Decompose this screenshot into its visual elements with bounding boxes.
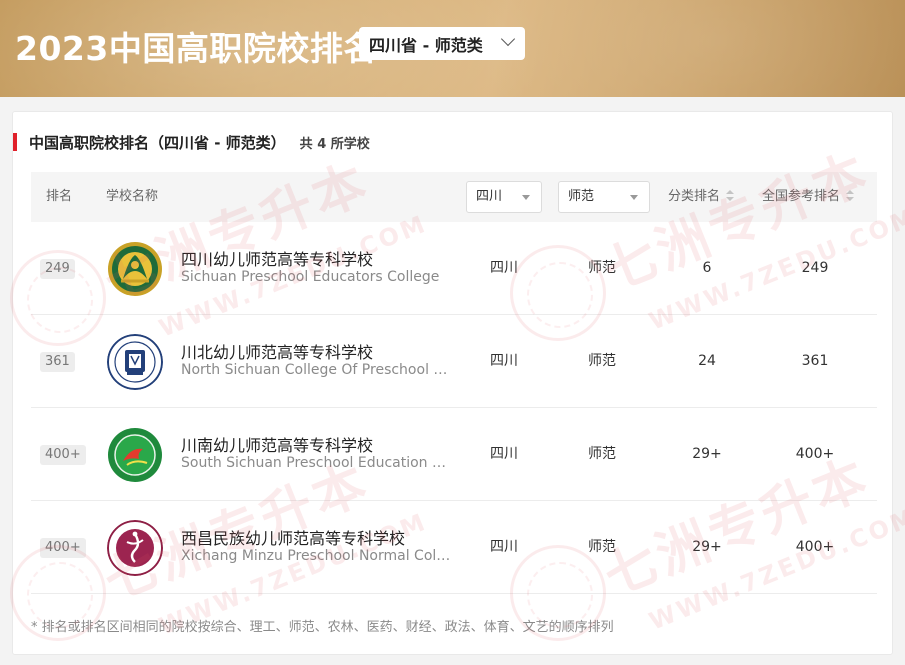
school-logo: [107, 334, 163, 390]
table-row[interactable]: 400+ 川南幼儿师范高等专科学校 South Sichuan Preschoo…: [31, 408, 877, 501]
table-row[interactable]: 400+ 西昌民族幼儿师范高等专科学校 Xichang Minzu Presch…: [31, 501, 877, 594]
header-banner: 2023中国高职院校排名 四川省 - 师范类: [0, 0, 905, 97]
category-filter-value: 师范: [568, 189, 595, 204]
province-filter-value: 四川: [476, 189, 503, 204]
national-rank-cell: 400+: [795, 539, 835, 555]
category-cell: 师范: [588, 260, 616, 276]
section-title: 中国高职院校排名（四川省 - 师范类）: [29, 133, 286, 152]
category-rank-cell: 29+: [692, 539, 722, 555]
section-header: 中国高职院校排名（四川省 - 师范类） 共 4 所学校: [13, 132, 370, 152]
column-national-rank-sort[interactable]: 全国参考排名: [762, 172, 855, 222]
school-name-en: Xichang Minzu Preschool Normal Coll...: [181, 548, 453, 564]
school-logo: [107, 241, 163, 297]
national-rank-cell: 361: [801, 353, 829, 369]
footnote: * 排名或排名区间相同的院校按综合、理工、师范、农林、医药、财经、政法、体育、文…: [31, 620, 614, 635]
sort-icon: [726, 189, 735, 202]
school-name-en: North Sichuan College Of Preschool T...: [181, 362, 453, 378]
region-category-select-value: 四川省 - 师范类: [369, 35, 483, 55]
category-rank-cell: 29+: [692, 446, 722, 462]
school-name-cn[interactable]: 川南幼儿师范高等专科学校: [181, 432, 373, 456]
province-filter-select[interactable]: 四川: [466, 181, 542, 213]
province-cell: 四川: [490, 539, 518, 555]
category-filter-select[interactable]: 师范: [558, 181, 650, 213]
rank-badge: 249: [40, 259, 75, 279]
chevron-down-icon: [500, 31, 516, 47]
caret-down-icon: [630, 195, 638, 200]
rank-badge: 400+: [40, 538, 86, 558]
school-name-cn[interactable]: 四川幼儿师范高等专科学校: [181, 246, 373, 270]
column-national-rank-label: 全国参考排名: [762, 189, 841, 204]
table-header: 排名 学校名称 四川 师范 分类排名 全国参考排名: [31, 172, 877, 222]
province-cell: 四川: [490, 260, 518, 276]
national-rank-cell: 249: [801, 260, 829, 276]
table-row[interactable]: 361 川北幼儿师范高等专科学校 North Sichuan College O…: [31, 315, 877, 408]
caret-down-icon: [522, 195, 530, 200]
province-cell: 四川: [490, 353, 518, 369]
category-cell: 师范: [588, 353, 616, 369]
school-count: 共 4 所学校: [299, 136, 370, 152]
school-name-cn[interactable]: 西昌民族幼儿师范高等专科学校: [181, 525, 405, 549]
column-category-rank-sort[interactable]: 分类排名: [668, 172, 735, 222]
category-rank-cell: 6: [702, 260, 712, 276]
rank-badge: 400+: [40, 445, 86, 465]
column-category-rank-label: 分类排名: [668, 189, 721, 204]
school-name-cn[interactable]: 川北幼儿师范高等专科学校: [181, 339, 373, 363]
school-name-en: South Sichuan Preschool Education C...: [181, 455, 453, 471]
region-category-select[interactable]: 四川省 - 师范类: [359, 27, 525, 60]
table-row[interactable]: 249 四川幼儿师范高等专科学校 Sichuan Preschool Educa…: [31, 222, 877, 315]
province-cell: 四川: [490, 446, 518, 462]
column-rank: 排名: [46, 189, 73, 204]
sort-icon: [846, 189, 855, 202]
category-cell: 师范: [588, 539, 616, 555]
category-rank-cell: 24: [698, 353, 716, 369]
column-school-name: 学校名称: [106, 189, 159, 204]
national-rank-cell: 400+: [795, 446, 835, 462]
rank-badge: 361: [40, 352, 75, 372]
section-accent-bar: [13, 133, 17, 151]
school-name-en: Sichuan Preschool Educators College: [181, 269, 440, 285]
page-title: 2023中国高职院校排名: [15, 29, 377, 68]
school-logo: [107, 427, 163, 483]
school-logo: [107, 520, 163, 576]
ranking-card: 中国高职院校排名（四川省 - 师范类） 共 4 所学校 排名 学校名称 四川 师…: [12, 111, 893, 655]
category-cell: 师范: [588, 446, 616, 462]
